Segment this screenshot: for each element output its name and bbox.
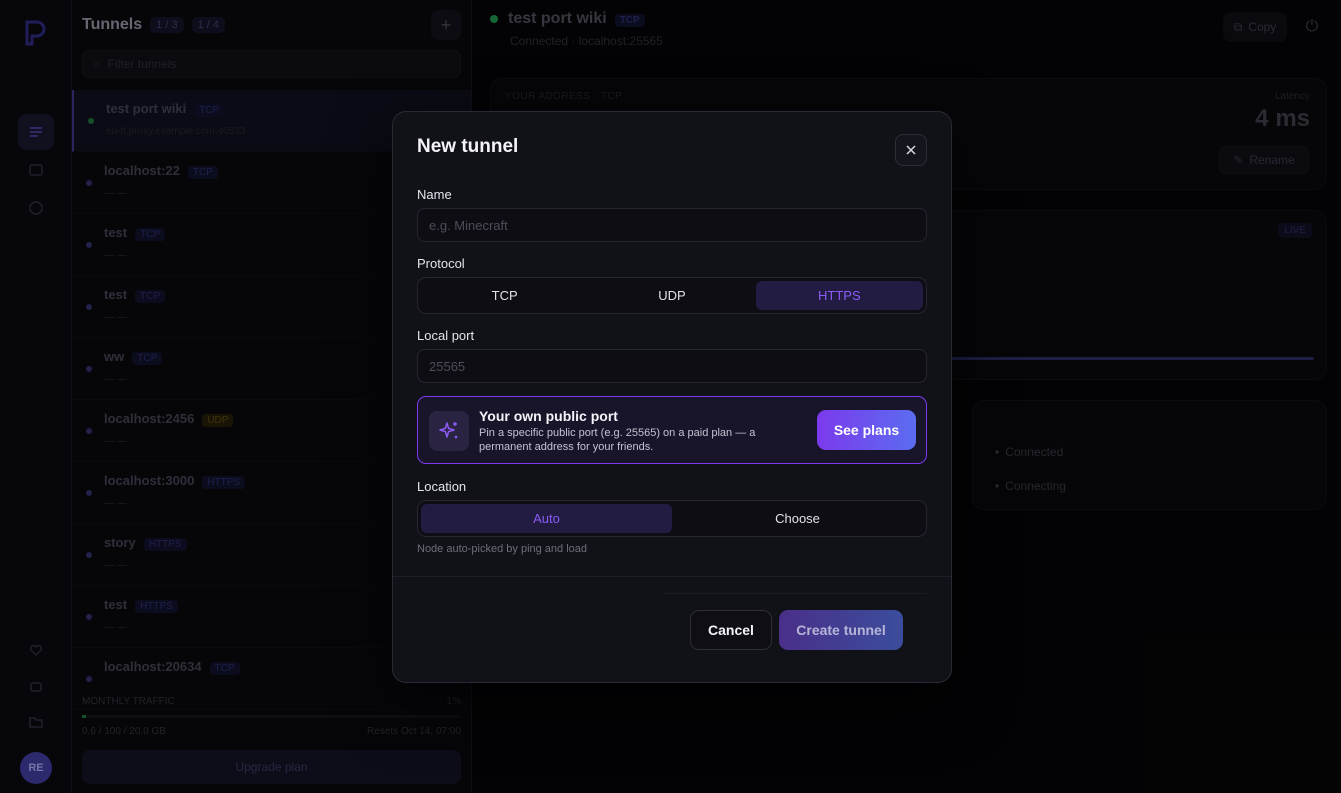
location-hint: Node auto-picked by ping and load [417, 543, 588, 555]
create-tunnel-button[interactable]: Create tunnel [779, 610, 903, 650]
promo-title: Your own public port [479, 408, 618, 424]
new-tunnel-dialog: New tunnel Name Protocol TCP UDP HTTPS L… [392, 111, 952, 683]
public-port-promo: Your own public port Pin a specific publ… [417, 396, 927, 464]
location-label: Location [417, 479, 467, 494]
close-button[interactable] [895, 134, 927, 166]
location-option-auto[interactable]: Auto [421, 504, 672, 533]
app-root: RE Tunnels 1 / 3 1 / 4 + ⌕ Filter tunnel… [0, 0, 1341, 793]
local-port-input[interactable] [417, 349, 927, 383]
location-segmented-control: Auto Choose [417, 500, 927, 537]
cancel-button[interactable]: Cancel [690, 610, 772, 650]
protocol-option-udp[interactable]: UDP [588, 281, 755, 310]
promo-description: Pin a specific public port (e.g. 25565) … [479, 427, 756, 453]
name-input[interactable] [417, 208, 927, 242]
location-option-choose[interactable]: Choose [672, 504, 923, 533]
footer-divider-inner [663, 593, 927, 594]
protocol-segmented-control: TCP UDP HTTPS [417, 277, 927, 314]
footer-divider [393, 576, 951, 577]
protocol-option-tcp[interactable]: TCP [421, 281, 588, 310]
protocol-option-https[interactable]: HTTPS [755, 281, 923, 310]
protocol-label: Protocol [417, 256, 465, 271]
see-plans-button[interactable]: See plans [817, 410, 916, 450]
dialog-title: New tunnel [417, 136, 519, 157]
sparkles-icon [429, 411, 469, 451]
local-port-label: Local port [417, 328, 475, 343]
name-label: Name [417, 187, 452, 202]
close-icon [906, 145, 916, 155]
